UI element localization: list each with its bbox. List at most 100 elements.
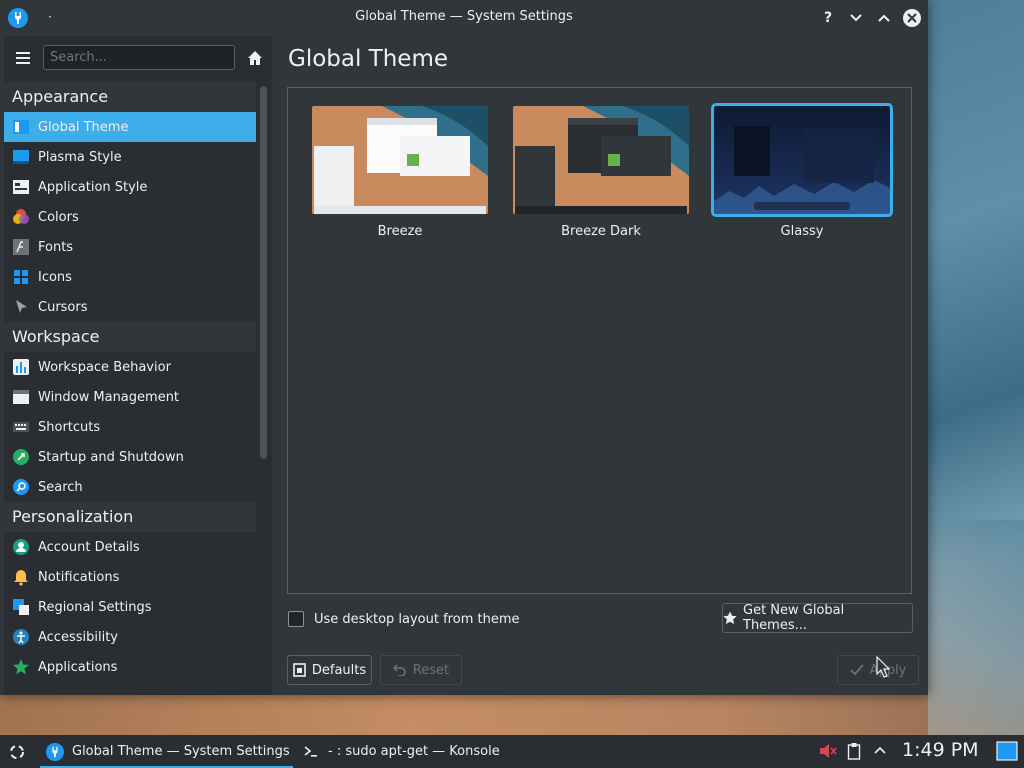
- defaults-icon: [293, 663, 306, 677]
- sidebar-item-colors[interactable]: Colors: [4, 202, 256, 232]
- sidebar-item-search[interactable]: Search: [4, 472, 256, 502]
- reset-label: Reset: [412, 662, 450, 678]
- konsole-icon: [304, 745, 318, 758]
- sidebar-item-label: Applications: [38, 659, 118, 675]
- reset-button[interactable]: Reset: [380, 655, 462, 685]
- sidebar-item-notifications[interactable]: Notifications: [4, 562, 256, 592]
- sidebar-list: Appearance Global Theme Plasma Style Applic…: [4, 82, 256, 682]
- use-layout-checkbox[interactable]: [288, 611, 304, 627]
- sidebar-item-fonts[interactable]: Fonts: [4, 232, 256, 262]
- sidebar-item-workspace-behavior[interactable]: Workspace Behavior: [4, 352, 256, 382]
- sidebar-item-label: Shortcuts: [38, 419, 101, 435]
- sidebar-item-icons[interactable]: Icons: [4, 262, 256, 292]
- accessibility-icon: [12, 628, 30, 646]
- sidebar-item-label: Icons: [38, 269, 72, 285]
- checkmark-icon: [850, 664, 864, 676]
- star-icon: [723, 611, 737, 625]
- task-label: Global Theme — System Settings: [72, 744, 290, 759]
- sidebar-item-label: Cursors: [38, 299, 88, 315]
- use-layout-label: Use desktop layout from theme: [314, 611, 520, 627]
- minimize-icon[interactable]: [847, 9, 865, 27]
- theme-tile-breeze-dark[interactable]: Breeze Dark: [510, 106, 692, 239]
- startup-icon: [12, 448, 30, 466]
- clipboard-icon[interactable]: [847, 742, 861, 764]
- sidebar-item-label: Workspace Behavior: [38, 359, 171, 375]
- sidebar-item-label: Search: [38, 479, 83, 495]
- theme-thumbnail: [312, 106, 488, 214]
- sidebar-item-label: Colors: [38, 209, 79, 225]
- sidebar-item-label: Plasma Style: [38, 149, 122, 165]
- theme-thumbnail: [513, 106, 689, 214]
- icons-icon: [12, 268, 30, 286]
- theme-label: Glassy: [780, 224, 824, 239]
- sidebar-toolbar: [4, 36, 272, 80]
- application-launcher-icon[interactable]: [8, 743, 26, 765]
- close-icon[interactable]: [903, 9, 921, 27]
- account-icon: [12, 538, 30, 556]
- sidebar-item-startup-and-shutdown[interactable]: Startup and Shutdown: [4, 442, 256, 472]
- task-system-settings[interactable]: Global Theme — System Settings: [40, 735, 293, 768]
- system-tray-expand-icon[interactable]: [873, 744, 887, 760]
- hamburger-menu-icon[interactable]: [14, 49, 32, 67]
- sidebar-item-application-style[interactable]: Application Style: [4, 172, 256, 202]
- applications-icon: [12, 658, 30, 676]
- maximize-icon[interactable]: [875, 9, 893, 27]
- sidebar-item-accessibility[interactable]: Accessibility: [4, 622, 256, 652]
- sidebar-item-regional-settings[interactable]: Regional Settings: [4, 592, 256, 622]
- sidebar-item-cursors[interactable]: Cursors: [4, 292, 256, 322]
- get-new-themes-label: Get New Global Themes...: [743, 603, 845, 633]
- sidebar-item-label: Application Style: [38, 179, 148, 195]
- theme-label: Breeze Dark: [561, 224, 641, 239]
- sidebar-item-window-management[interactable]: Window Management: [4, 382, 256, 412]
- sidebar-item-label: Regional Settings: [38, 599, 152, 615]
- task-konsole[interactable]: - : sudo apt-get — Konsole: [300, 735, 500, 768]
- volume-muted-icon[interactable]: [818, 742, 838, 764]
- help-icon[interactable]: ?: [819, 9, 837, 27]
- sidebar-item-label: Notifications: [38, 569, 120, 585]
- sidebar-category-personalization: Personalization: [4, 502, 256, 532]
- keyboard-icon: [12, 418, 30, 436]
- workspace-behavior-icon: [12, 358, 30, 376]
- application-style-icon: [12, 178, 30, 196]
- sidebar-item-account-details[interactable]: Account Details: [4, 532, 256, 562]
- sidebar-item-label: Startup and Shutdown: [38, 449, 184, 465]
- taskbar: Global Theme — System Settings - : sudo …: [0, 735, 1024, 768]
- sidebar-item-label: Window Management: [38, 389, 180, 405]
- sidebar-item-global-theme[interactable]: Global Theme: [4, 112, 256, 142]
- home-icon[interactable]: [246, 49, 264, 67]
- sidebar-item-plasma-style[interactable]: Plasma Style: [4, 142, 256, 172]
- plasma-style-icon: [12, 148, 30, 166]
- theme-thumbnail: [711, 103, 893, 217]
- clock[interactable]: 1:49 PM: [902, 739, 979, 761]
- system-settings-window: · Global Theme — System Settings ? Appea…: [0, 0, 928, 695]
- sidebar-item-label: Fonts: [38, 239, 74, 255]
- titlebar[interactable]: · Global Theme — System Settings ?: [0, 0, 928, 36]
- sidebar-scrollbar[interactable]: [260, 86, 267, 459]
- search-icon: [12, 478, 30, 496]
- get-new-themes-button[interactable]: Get New Global Themes...: [722, 603, 913, 633]
- window-title: Global Theme — System Settings: [355, 9, 573, 24]
- cursors-icon: [12, 298, 30, 316]
- main-content: Global Theme Breeze Breeze Dark Glassy U…: [274, 36, 928, 695]
- window-management-icon: [12, 388, 30, 406]
- theme-tile-glassy[interactable]: Glassy: [711, 103, 893, 239]
- use-layout-checkbox-row[interactable]: Use desktop layout from theme: [288, 611, 519, 627]
- theme-grid: Breeze Breeze Dark Glassy: [287, 87, 912, 594]
- sidebar-category-workspace: Workspace: [4, 322, 256, 352]
- defaults-button[interactable]: Defaults: [287, 655, 372, 685]
- undo-icon: [392, 664, 407, 676]
- sidebar-category-appearance: Appearance: [4, 82, 256, 112]
- page-title: Global Theme: [288, 46, 449, 72]
- search-input[interactable]: [43, 45, 235, 70]
- sidebar-item-label: Account Details: [38, 539, 140, 555]
- defaults-label: Defaults: [311, 662, 367, 678]
- show-desktop-icon[interactable]: [996, 741, 1018, 765]
- sidebar: Appearance Global Theme Plasma Style Applic…: [4, 36, 272, 695]
- theme-label: Breeze: [377, 224, 423, 239]
- regional-icon: [12, 598, 30, 616]
- wallpaper-sand: [0, 690, 1024, 735]
- theme-tile-breeze[interactable]: Breeze: [309, 106, 491, 239]
- system-settings-icon: [46, 742, 64, 761]
- sidebar-item-applications[interactable]: Applications: [4, 652, 256, 682]
- sidebar-item-shortcuts[interactable]: Shortcuts: [4, 412, 256, 442]
